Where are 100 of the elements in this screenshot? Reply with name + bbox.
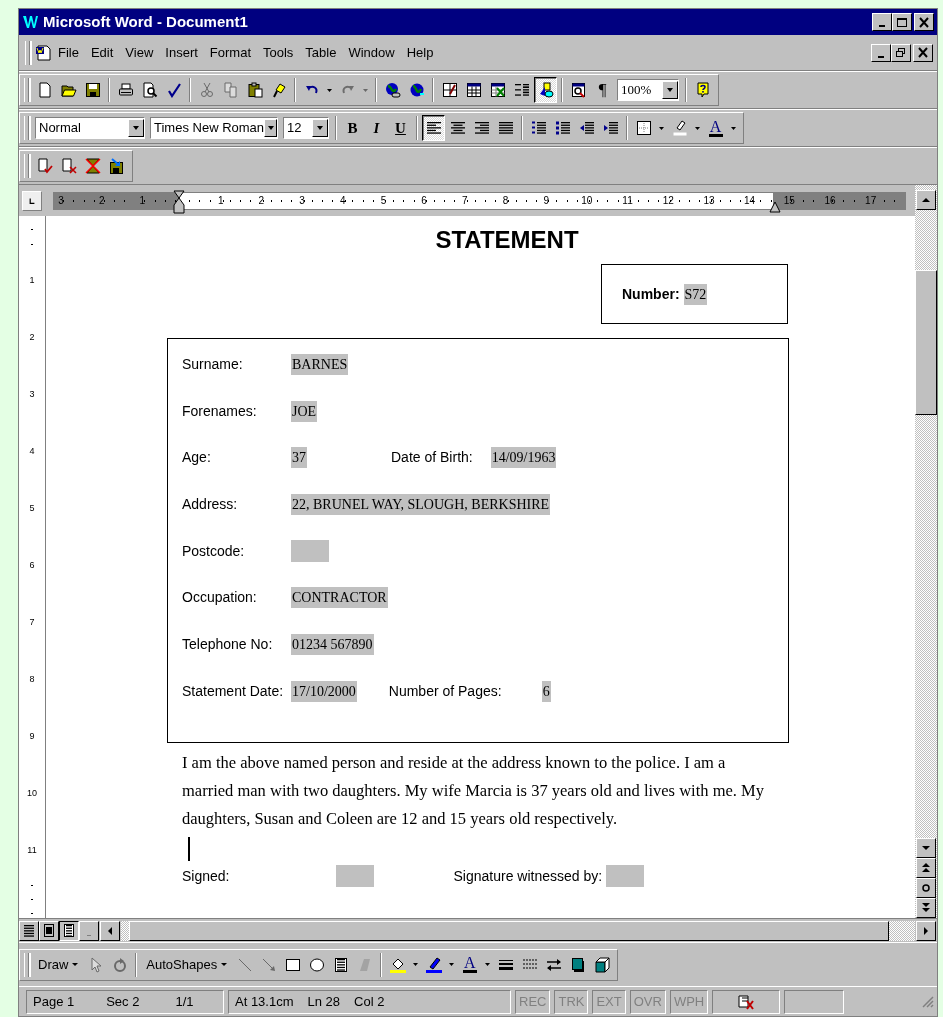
menu-item[interactable]: Edit <box>85 40 119 65</box>
indent-marker[interactable] <box>173 189 185 214</box>
font-color-button[interactable]: A <box>458 951 482 978</box>
toolbar-grip[interactable] <box>24 154 29 178</box>
menu-item[interactable]: Help <box>401 40 439 65</box>
menu-item[interactable]: Window <box>343 40 400 65</box>
down-arrow-icon <box>921 844 931 852</box>
scrollbar-thumb[interactable] <box>915 270 937 415</box>
form-field[interactable] <box>606 865 645 887</box>
caret-icon <box>221 963 228 966</box>
style-field[interactable]: Normal <box>35 117 145 139</box>
paragraph: I am the above named person and reside at the address known to the police. I am a married man with two daughters. My wife Marcia is 37 years old and lives with me. My daughters, Susan and Coleen are 12 and 15 years old respectively. <box>182 752 765 830</box>
check-mark-icon <box>165 82 182 98</box>
dropdown-button[interactable] <box>128 119 144 137</box>
status-text: Page 1 <box>33 992 75 1011</box>
form-field[interactable]: 01234 567890 <box>291 633 374 655</box>
minimize-button[interactable] <box>872 13 892 31</box>
outline-view-button[interactable] <box>79 920 99 941</box>
status-panel <box>784 989 845 1014</box>
status-indicator: REC <box>515 989 551 1014</box>
form-field[interactable] <box>291 540 329 563</box>
form-field[interactable]: S72 <box>683 283 708 305</box>
dropdown-button[interactable] <box>662 81 678 99</box>
menu-button[interactable]: AutoShapes <box>141 951 233 978</box>
field-label: Telephone No: <box>182 634 274 654</box>
form-field[interactable]: BARNES <box>291 353 349 375</box>
underline-button[interactable]: U <box>389 115 412 141</box>
book-cross-icon <box>737 993 756 1010</box>
close-button[interactable] <box>914 13 934 31</box>
form-field[interactable]: 6 <box>541 680 551 702</box>
form-field[interactable]: JOE <box>291 400 318 422</box>
italic-button[interactable]: I <box>365 115 388 141</box>
caret-icon <box>327 88 332 92</box>
align-center-icon <box>449 120 466 136</box>
horizontal-scrollbar-thumb[interactable] <box>129 920 889 941</box>
align-left-button[interactable] <box>422 115 445 141</box>
double-up-arrow-icon <box>921 862 931 874</box>
status-indicator: OVR <box>629 989 666 1014</box>
restore-document-button[interactable] <box>891 43 911 62</box>
border-box-icon <box>635 120 652 136</box>
align-right-icon <box>473 120 490 136</box>
caret-icon <box>363 88 368 92</box>
toolbar-grip[interactable] <box>24 952 29 977</box>
dropdown-button[interactable] <box>264 119 277 137</box>
scroll-right-button[interactable] <box>916 920 936 941</box>
toolbar-grip[interactable] <box>25 40 30 65</box>
caret-icon <box>413 963 419 966</box>
font-field[interactable]: Times New Roman <box>150 117 278 139</box>
field-label: Signature witnessed by: <box>453 866 603 886</box>
online-layout-view-button[interactable] <box>39 920 59 941</box>
menu-item[interactable]: Tools <box>258 40 299 65</box>
close-document-button[interactable] <box>913 43 933 62</box>
font-size-field[interactable]: 12 <box>283 117 329 139</box>
show-hide-button[interactable]: ¶ <box>591 77 614 103</box>
toolbar-grip[interactable] <box>24 78 29 102</box>
drawing-button[interactable] <box>534 77 557 103</box>
columns-icon <box>513 82 530 98</box>
menu-item[interactable]: Table <box>300 40 342 65</box>
menu-item[interactable]: Format <box>204 40 256 65</box>
scroll-down-button[interactable] <box>916 838 936 858</box>
scissors-icon <box>198 82 215 98</box>
zoom-field[interactable]: 100% <box>617 79 679 101</box>
triangle-icon <box>769 200 781 213</box>
left-arrow-icon <box>106 925 114 936</box>
page-layout-view-button[interactable] <box>59 920 79 941</box>
scroll-up-button[interactable] <box>916 190 936 210</box>
menu-item[interactable]: File <box>53 40 84 65</box>
caret-icon <box>485 963 491 966</box>
caret-icon <box>266 125 275 131</box>
field-label: Surname: <box>182 354 244 374</box>
menu-item[interactable]: View <box>120 40 159 65</box>
form-field[interactable]: 14/09/1963 <box>490 447 557 469</box>
form-field[interactable] <box>336 865 375 887</box>
scroll-left-button[interactable] <box>100 920 120 941</box>
toolbar-grip[interactable] <box>24 116 29 140</box>
font-color-button[interactable]: A <box>704 115 727 141</box>
dropdown-button[interactable] <box>312 119 328 137</box>
bold-button[interactable]: B <box>341 115 364 141</box>
next-page-button[interactable] <box>916 898 936 918</box>
menu-button[interactable]: Draw <box>33 951 84 978</box>
normal-view-button[interactable] <box>19 920 39 941</box>
select-browse-object-button[interactable] <box>916 878 936 898</box>
maximize-button[interactable] <box>892 13 912 31</box>
window-icon <box>42 923 56 938</box>
previous-page-button[interactable] <box>916 858 936 878</box>
shadowed-box-icon <box>569 956 586 973</box>
menu-item[interactable]: Insert <box>160 40 203 65</box>
minimize-document-button[interactable] <box>871 43 891 62</box>
tab-selector-button[interactable] <box>22 190 42 211</box>
align-left-icon <box>425 120 442 136</box>
form-field[interactable]: 22, BRUNEL WAY, SLOUGH, BERKSHIRE <box>291 493 551 515</box>
close-icon <box>917 47 929 58</box>
table-pencil-icon <box>441 82 458 98</box>
cube-icon <box>593 956 610 973</box>
form-field[interactable]: CONTRACTOR <box>291 587 388 609</box>
status-text: 1/1 <box>175 992 194 1011</box>
form-field[interactable]: 17/10/2000 <box>291 680 357 702</box>
form-field[interactable]: 37 <box>291 447 307 469</box>
page-icon <box>62 923 76 938</box>
status-text: Col 2 <box>354 992 385 1011</box>
